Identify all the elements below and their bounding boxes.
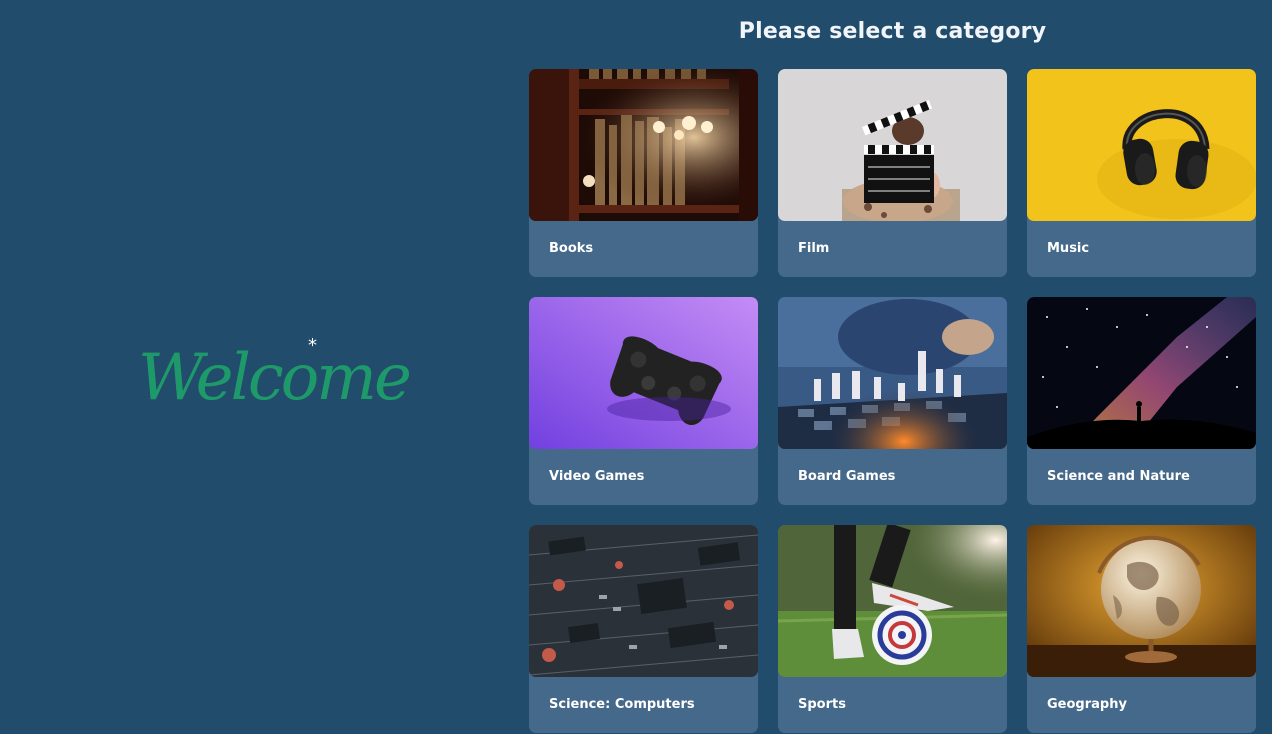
sparkle-icon: *	[308, 335, 317, 356]
headphones-photo-icon	[1027, 69, 1256, 221]
clapperboard-photo-icon	[778, 69, 1007, 221]
milky-way-photo-icon	[1027, 297, 1256, 449]
category-label: Science: Computers	[549, 697, 695, 712]
category-grid: Books Film Music Video Games Board Games…	[529, 69, 1256, 733]
category-card-science-computers[interactable]: Science: Computers	[529, 525, 758, 733]
globe-photo-icon	[1027, 525, 1256, 677]
category-label: Film	[798, 241, 830, 256]
gamepad-photo-icon	[529, 297, 758, 449]
category-card-music[interactable]: Music	[1027, 69, 1256, 277]
page: Welcome * Please select a category Books…	[0, 0, 1272, 734]
category-label: Geography	[1047, 697, 1127, 712]
category-label: Books	[549, 241, 594, 256]
welcome-banner: Welcome *	[138, 335, 412, 418]
chess-photo-icon	[778, 297, 1007, 449]
category-card-books[interactable]: Books	[529, 69, 758, 277]
category-card-film[interactable]: Film	[778, 69, 1007, 277]
category-card-sports[interactable]: Sports	[778, 525, 1007, 733]
welcome-text: Welcome	[138, 341, 412, 415]
category-card-board-games[interactable]: Board Games	[778, 297, 1007, 505]
category-label: Video Games	[549, 469, 645, 484]
category-label: Music	[1047, 241, 1090, 256]
category-label: Sports	[798, 697, 846, 712]
category-card-geography[interactable]: Geography	[1027, 525, 1256, 733]
category-card-science-and-nature[interactable]: Science and Nature	[1027, 297, 1256, 505]
category-label: Science and Nature	[1047, 469, 1190, 484]
page-title: Please select a category	[738, 19, 1047, 44]
category-label: Board Games	[798, 469, 896, 484]
circuit-board-photo-icon	[529, 525, 758, 677]
bookshelf-photo-icon	[529, 69, 758, 221]
category-card-video-games[interactable]: Video Games	[529, 297, 758, 505]
football-photo-icon	[778, 525, 1007, 677]
